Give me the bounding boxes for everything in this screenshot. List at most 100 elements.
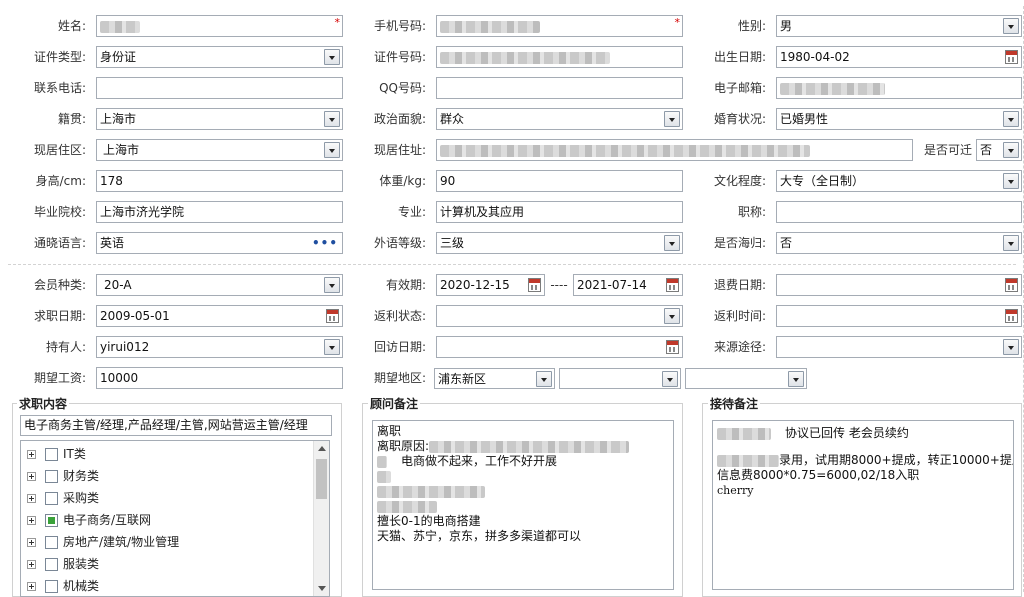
chevron-down-icon[interactable] xyxy=(664,308,680,324)
calendar-icon[interactable] xyxy=(326,309,339,323)
tree-item[interactable]: 财务类 xyxy=(27,467,99,485)
birth-label: 出生日期: xyxy=(713,50,766,64)
checkbox[interactable] xyxy=(45,536,58,549)
scroll-thumb[interactable] xyxy=(316,459,327,499)
calendar-icon[interactable] xyxy=(528,278,541,292)
job-content-summary[interactable]: 电子商务主管/经理,产品经理/主管,网站营运主管/经理 xyxy=(20,415,332,436)
job-category-tree[interactable]: IT类 财务类 采购类 电子商务/互联网 房地产/建筑/物业管理 服装类 机械类 xyxy=(20,440,330,597)
expand-icon[interactable] xyxy=(27,560,36,569)
source-select[interactable] xyxy=(776,336,1022,358)
checkbox[interactable] xyxy=(45,558,58,571)
chevron-down-icon[interactable] xyxy=(536,371,552,387)
residence-area-select[interactable]: 上海市 xyxy=(96,139,343,161)
chevron-down-icon[interactable] xyxy=(324,49,340,65)
relocate-select[interactable]: 否 xyxy=(976,139,1022,161)
checkbox[interactable] xyxy=(45,470,58,483)
mobile-field[interactable]: * xyxy=(436,15,683,37)
reception-note-title: 接待备注 xyxy=(708,395,761,412)
chevron-down-icon[interactable] xyxy=(324,142,340,158)
chevron-down-icon[interactable] xyxy=(1003,173,1019,189)
name-field[interactable]: * xyxy=(96,15,343,37)
tree-item[interactable]: 电子商务/互联网 xyxy=(27,511,151,529)
tree-item[interactable]: 采购类 xyxy=(27,489,99,507)
holder-select[interactable]: yirui012 xyxy=(96,336,343,358)
id-type-select[interactable]: 身份证 xyxy=(96,46,343,68)
section-divider xyxy=(8,264,1016,265)
education-select[interactable]: 大专（全日制） xyxy=(776,170,1022,192)
chevron-down-icon[interactable] xyxy=(324,111,340,127)
more-icon[interactable]: ••• xyxy=(312,233,338,253)
expand-icon[interactable] xyxy=(27,494,36,503)
chevron-down-icon[interactable] xyxy=(1003,142,1019,158)
calendar-icon[interactable] xyxy=(666,278,679,292)
region-select-3[interactable] xyxy=(685,368,807,389)
id-no-label: 证件号码: xyxy=(373,50,426,64)
qq-field[interactable] xyxy=(436,77,683,99)
region-select-1[interactable]: 浦东新区 xyxy=(434,368,555,389)
gender-select[interactable]: 男 xyxy=(776,15,1022,37)
region-select-2[interactable] xyxy=(559,368,681,389)
expand-icon[interactable] xyxy=(27,450,36,459)
redacted-value xyxy=(717,427,771,440)
birth-date-field[interactable]: 1980-04-02 xyxy=(776,46,1022,68)
chevron-down-icon[interactable] xyxy=(1003,111,1019,127)
marital-select[interactable]: 已婚男性 xyxy=(776,108,1022,130)
title-field[interactable] xyxy=(776,201,1022,223)
rebate-status-select[interactable] xyxy=(436,305,683,327)
chevron-down-icon[interactable] xyxy=(788,371,804,387)
overseas-value: 否 xyxy=(780,236,793,250)
weight-field[interactable]: 90 xyxy=(436,170,683,192)
note-line xyxy=(377,484,669,499)
refund-date-field[interactable] xyxy=(776,274,1022,296)
foreign-level-select[interactable]: 三级 xyxy=(436,232,683,254)
job-date-field[interactable]: 2009-05-01 xyxy=(96,305,343,327)
validity-start-field[interactable]: 2020-12-15 xyxy=(436,274,545,296)
native-select[interactable]: 上海市 xyxy=(96,108,343,130)
tree-item[interactable]: IT类 xyxy=(27,445,86,463)
tree-item[interactable]: 服装类 xyxy=(27,555,99,573)
checkbox[interactable] xyxy=(45,448,58,461)
chevron-down-icon[interactable] xyxy=(324,339,340,355)
tree-item[interactable]: 机械类 xyxy=(27,577,99,595)
chevron-down-icon[interactable] xyxy=(324,277,340,293)
chevron-down-icon[interactable] xyxy=(664,111,680,127)
member-type-select[interactable]: 20-A xyxy=(96,274,343,296)
expand-icon[interactable] xyxy=(27,516,36,525)
checkbox-partial[interactable] xyxy=(45,514,58,527)
calendar-icon[interactable] xyxy=(1005,309,1018,323)
note-line: 擅长0-1的电商搭建 xyxy=(377,514,481,528)
contact-phone-field[interactable] xyxy=(96,77,343,99)
tree-item[interactable]: 房地产/建筑/物业管理 xyxy=(27,533,179,551)
chevron-down-icon[interactable] xyxy=(1003,339,1019,355)
salary-field[interactable]: 10000 xyxy=(96,367,343,389)
language-field[interactable]: 英语 ••• xyxy=(96,232,343,254)
scroll-up-icon[interactable] xyxy=(318,446,326,451)
expand-icon[interactable] xyxy=(27,472,36,481)
height-field[interactable]: 178 xyxy=(96,170,343,192)
expand-icon[interactable] xyxy=(27,538,36,547)
chevron-down-icon[interactable] xyxy=(1003,235,1019,251)
major-field[interactable]: 计算机及其应用 xyxy=(436,201,683,223)
reception-note-textarea[interactable]: 协议已回传 老会员续约 录用，试用期8000+提成，转正10000+提成， 信息… xyxy=(712,420,1014,590)
id-no-field[interactable] xyxy=(436,46,683,68)
calendar-icon[interactable] xyxy=(1005,278,1018,292)
chevron-down-icon[interactable] xyxy=(662,371,678,387)
visit-date-field[interactable] xyxy=(436,336,683,358)
calendar-icon[interactable] xyxy=(1005,50,1018,64)
chevron-down-icon[interactable] xyxy=(1003,18,1019,34)
school-field[interactable]: 上海市济光学院 xyxy=(96,201,343,223)
address-field[interactable] xyxy=(436,139,913,161)
rebate-time-field[interactable] xyxy=(776,305,1022,327)
consultant-note-textarea[interactable]: 离职 离职原因: 电商做不起来，工作不好开展 擅长0-1的电商搭建 天猫、苏宁，… xyxy=(372,420,674,590)
checkbox[interactable] xyxy=(45,580,58,593)
scroll-down-icon[interactable] xyxy=(318,586,326,591)
expand-icon[interactable] xyxy=(27,582,36,591)
validity-end-field[interactable]: 2021-07-14 xyxy=(573,274,683,296)
overseas-select[interactable]: 否 xyxy=(776,232,1022,254)
checkbox[interactable] xyxy=(45,492,58,505)
tree-scrollbar[interactable] xyxy=(313,441,329,596)
political-select[interactable]: 群众 xyxy=(436,108,683,130)
email-field[interactable] xyxy=(776,77,1022,99)
chevron-down-icon[interactable] xyxy=(664,235,680,251)
calendar-icon[interactable] xyxy=(666,340,679,354)
